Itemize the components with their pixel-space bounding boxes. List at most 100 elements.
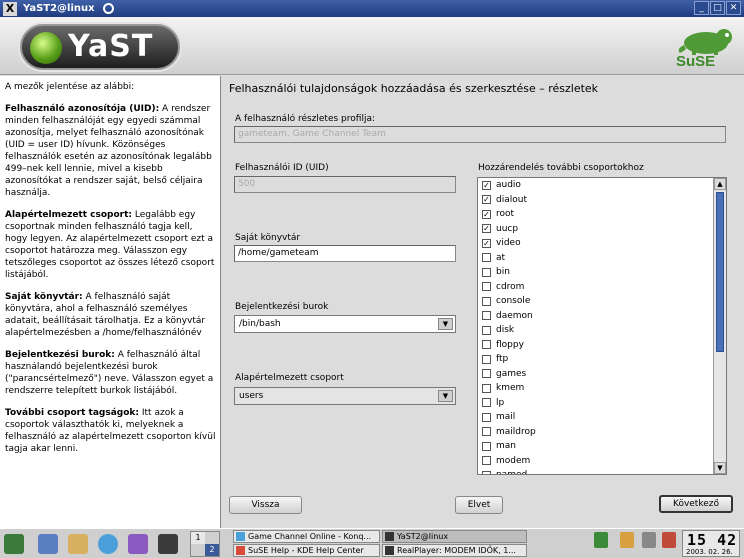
clock[interactable]: 15 42 2003. 02. 26. [682,530,740,557]
help-section-uid: Felhasználó azonosítója (UID): A rendsze… [5,104,212,198]
maximize-button[interactable]: □ [710,1,725,15]
profile-label: A felhasználó részletes profilja: [235,114,375,124]
desktop-icon[interactable] [38,534,58,554]
home-label: Saját könyvtár [235,233,301,243]
group-label: daemon [496,310,533,321]
group-checkbox[interactable] [482,253,491,263]
group-checkbox[interactable] [482,441,491,451]
group-label: disk [496,325,515,336]
task-help[interactable]: SuSE Help - KDE Help Center [233,544,380,557]
desktop-pager[interactable]: 1 2 [190,531,220,557]
group-label: mail [496,412,516,423]
group-checkbox[interactable] [482,398,491,408]
group-item[interactable]: lp [478,396,726,411]
task-realplayer[interactable]: RealPlayer: MODEM IDŐK, 1... [382,544,527,557]
shell-dropdown-icon[interactable]: ▼ [438,318,453,330]
yast-ball-icon [30,32,62,64]
group-label: ftp [496,354,509,365]
group-checkbox[interactable]: ✓ [482,238,491,248]
group-item[interactable]: bin [478,265,726,280]
pager-desktop-1[interactable]: 1 [191,532,205,544]
suse-logo: SuSE [672,23,736,71]
group-item[interactable]: disk [478,323,726,338]
shell-combo[interactable]: /bin/bash ▼ [234,315,456,333]
settings-icon[interactable] [128,534,148,554]
group-checkbox[interactable] [482,282,491,292]
group-label: named [496,470,527,474]
help-section-groups: További csoport tagságok: Itt azok a cso… [5,408,216,454]
task-yast[interactable]: YaST2@linux [382,530,527,543]
sticky-icon[interactable] [102,3,114,14]
help-section-default-group: Alapértelmezett csoport: Legalább egy cs… [5,210,215,280]
shell-label: Bejelentkezési burok [235,302,329,312]
group-checkbox[interactable]: ✓ [482,195,491,205]
group-checkbox[interactable]: ✓ [482,209,491,219]
uid-field[interactable]: 500 [234,176,456,193]
tray-icon-4[interactable] [662,532,676,548]
group-item[interactable]: ✓ video [478,236,726,251]
group-checkbox[interactable] [482,340,491,350]
group-checkbox[interactable]: ✓ [482,180,491,190]
group-item[interactable]: cdrom [478,280,726,295]
group-item[interactable]: ✓ root [478,207,726,222]
abort-button[interactable]: Elvet [455,496,503,514]
group-item[interactable]: kmem [478,381,726,396]
groups-label: Hozzárendelés további csoportokhoz [478,163,644,173]
minimize-button[interactable]: _ [694,1,709,15]
default-group-combo[interactable]: users ▼ [234,387,456,405]
group-label: cdrom [496,281,525,292]
group-item[interactable]: games [478,367,726,382]
group-checkbox[interactable] [482,267,491,277]
group-checkbox[interactable] [482,296,491,306]
group-checkbox[interactable] [482,383,491,393]
group-checkbox[interactable] [482,470,491,474]
group-item[interactable]: man [478,439,726,454]
group-checkbox[interactable] [482,325,491,335]
terminal-icon[interactable] [158,534,178,554]
chameleon-icon [678,29,732,55]
group-item[interactable]: ftp [478,352,726,367]
realplayer-task-icon [385,546,394,555]
tray-icon-2[interactable] [620,532,634,548]
groups-list[interactable]: ✓ audio ✓ dialout ✓ root ✓ uucp ✓ video at bin cdrom… [477,177,727,475]
task-konqueror[interactable]: Game Channel Online - Konq... [233,530,380,543]
tray-icon-3[interactable] [642,532,656,548]
home-field[interactable]: /home/gameteam [234,245,456,262]
scroll-down-icon[interactable]: ▼ [714,462,726,474]
group-dropdown-icon[interactable]: ▼ [438,390,453,402]
group-item[interactable]: console [478,294,726,309]
tray-icon-1[interactable] [594,532,608,548]
group-item[interactable]: ✓ audio [478,178,726,193]
back-button[interactable]: Vissza [229,496,302,514]
group-item[interactable]: ✓ dialout [478,193,726,208]
group-checkbox[interactable] [482,427,491,437]
group-label: console [496,296,531,307]
profile-field[interactable]: gameteam, Game Channel Team [234,126,726,143]
group-checkbox[interactable] [482,311,491,321]
group-item[interactable]: ✓ uucp [478,222,726,237]
group-item[interactable]: daemon [478,309,726,324]
group-checkbox[interactable]: ✓ [482,224,491,234]
group-item[interactable]: modem [478,454,726,469]
group-checkbox[interactable] [482,456,491,466]
group-item[interactable]: mail [478,410,726,425]
window-menu-icon[interactable]: X [3,1,17,16]
group-item[interactable]: at [478,251,726,266]
kmenu-icon[interactable] [4,534,24,554]
group-checkbox[interactable] [482,412,491,422]
groups-scrollbar[interactable]: ▲ ▼ [713,178,726,474]
group-item[interactable]: floppy [478,338,726,353]
group-label: audio [496,180,521,191]
pager-desktop-2[interactable]: 2 [205,544,219,556]
next-button[interactable]: Következő [659,495,733,513]
yast-header: YaST SuSE [0,17,744,75]
close-button[interactable]: ✕ [726,1,741,15]
group-checkbox[interactable] [482,369,491,379]
scroll-thumb[interactable] [716,192,724,352]
group-item[interactable]: maildrop [478,425,726,440]
group-checkbox[interactable] [482,354,491,364]
konqueror-icon[interactable] [98,534,118,554]
home-folder-icon[interactable] [68,534,88,554]
group-item[interactable]: named [478,468,726,474]
scroll-up-icon[interactable]: ▲ [714,178,726,190]
